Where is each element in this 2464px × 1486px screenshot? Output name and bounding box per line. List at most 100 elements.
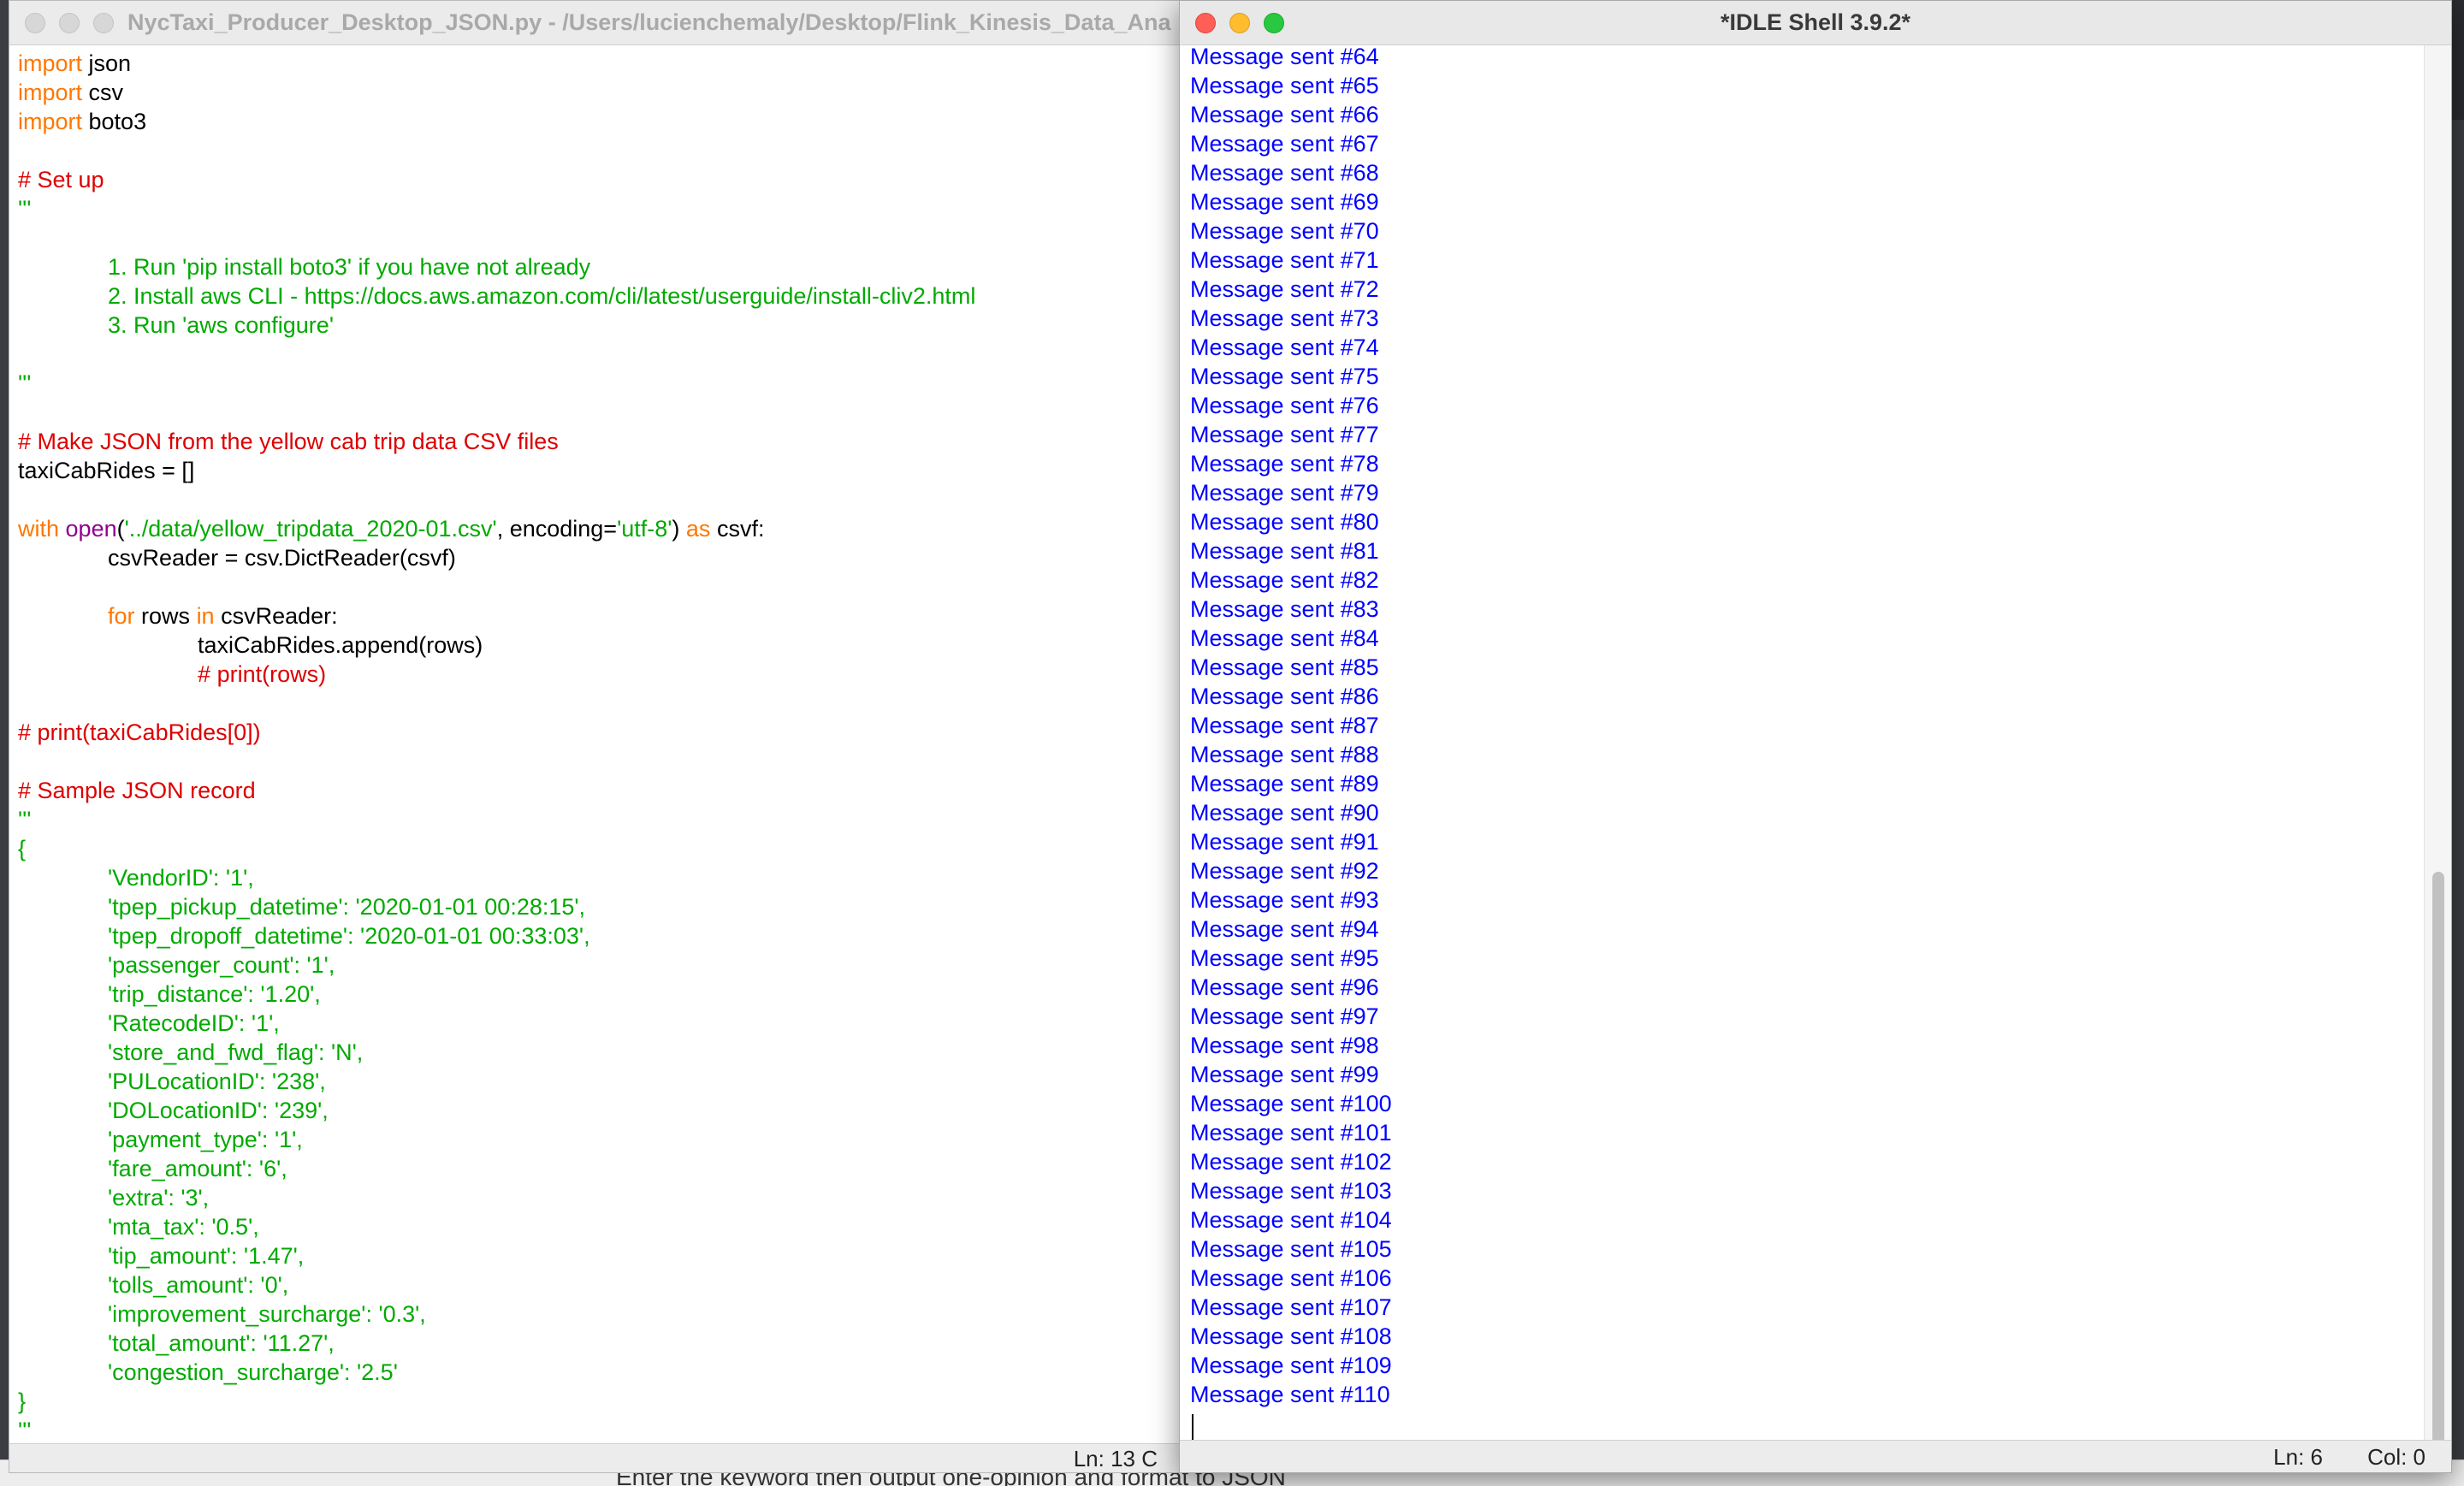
code-token: 'store_and_fwd_flag': 'N',	[18, 1039, 364, 1065]
code-line: # print(taxiCabRides[0])	[18, 718, 1231, 747]
code-line: 1. Run 'pip install boto3' if you have n…	[18, 252, 1231, 281]
code-token: # print(taxiCabRides[0])	[18, 719, 261, 745]
code-token: 'passenger_count': '1',	[18, 952, 335, 978]
shell-output-line: Message sent #92	[1190, 858, 1379, 884]
code-token: 'DOLocationID': '239',	[18, 1098, 329, 1123]
shell-output-line: Message sent #94	[1190, 916, 1379, 942]
code-line: 'RatecodeID': '1',	[18, 1009, 1231, 1038]
shell-output-line: Message sent #65	[1190, 73, 1379, 98]
code-token: , encoding=	[496, 516, 618, 542]
close-icon[interactable]	[25, 13, 45, 33]
shell-output-line: Message sent #106	[1190, 1265, 1392, 1291]
code-token: rows	[134, 603, 197, 629]
code-line: 'trip_distance': '1.20',	[18, 980, 1231, 1009]
shell-scrollbar-thumb[interactable]	[2432, 872, 2444, 1471]
shell-output-line: Message sent #78	[1190, 451, 1379, 477]
code-line: # Sample JSON record	[18, 776, 1231, 805]
code-line: import boto3	[18, 107, 1231, 136]
code-line: }	[18, 1387, 1231, 1416]
shell-output-line: Message sent #97	[1190, 1003, 1379, 1029]
code-token: # Sample JSON record	[18, 778, 256, 803]
shell-output-line: Message sent #67	[1190, 131, 1379, 157]
code-token: as	[685, 516, 711, 542]
code-token: (	[116, 516, 125, 542]
code-line: # Set up	[18, 165, 1231, 194]
code-token: in	[196, 603, 215, 629]
code-token: }	[18, 1388, 27, 1414]
shell-output-line: Message sent #85	[1190, 654, 1379, 680]
shell-title: *IDLE Shell 3.9.2*	[1720, 9, 1911, 35]
editor-status-bar: Ln: 13 C	[9, 1443, 1231, 1472]
editor-cursor-position: Ln: 13 C	[1073, 1446, 1158, 1471]
shell-titlebar[interactable]: *IDLE Shell 3.9.2*	[1180, 1, 2451, 45]
code-line: 'extra': '3',	[18, 1183, 1231, 1212]
code-line: for rows in csvReader:	[18, 601, 1231, 631]
code-token: csv	[82, 80, 124, 105]
shell-output-line: Message sent #107	[1190, 1294, 1392, 1320]
code-line: 'fare_amount': '6',	[18, 1154, 1231, 1183]
shell-scrollbar[interactable]	[2424, 45, 2451, 1471]
shell-output-line: Message sent #73	[1190, 305, 1379, 331]
shell-output-line: Message sent #71	[1190, 247, 1379, 273]
code-token: 'VendorID': '1',	[18, 865, 254, 891]
code-line: 2. Install aws CLI - https://docs.aws.am…	[18, 281, 1231, 311]
shell-output-line: Message sent #77	[1190, 422, 1379, 447]
shell-output-line: Message sent #68	[1190, 160, 1379, 186]
code-token: '''	[18, 1418, 32, 1443]
code-token: 'extra': '3',	[18, 1185, 210, 1211]
code-line: 'passenger_count': '1',	[18, 950, 1231, 980]
shell-window[interactable]: *IDLE Shell 3.9.2* Message sent #64 Messa…	[1179, 0, 2452, 1473]
code-line: '''	[18, 805, 1231, 834]
shell-output-area[interactable]: Message sent #64 Message sent #65 Message …	[1180, 45, 2424, 1440]
code-token: 1. Run 'pip install boto3' if you have n…	[18, 254, 591, 280]
code-token: 'mta_tax': '0.5',	[18, 1214, 259, 1240]
shell-input-line[interactable]	[1190, 1409, 2424, 1440]
shell-output-line: Message sent #103	[1190, 1178, 1392, 1204]
minimize-icon[interactable]	[59, 13, 80, 33]
shell-output-line: Message sent #79	[1190, 480, 1379, 506]
code-line: 'improvement_surcharge': '0.3',	[18, 1300, 1231, 1329]
editor-titlebar[interactable]: NycTaxi_Producer_Desktop_JSON.py - /User…	[9, 1, 1231, 45]
shell-output-line: Message sent #82	[1190, 567, 1379, 593]
code-token: 'tip_amount': '1.47',	[18, 1243, 305, 1269]
code-line: taxiCabRides.append(rows)	[18, 631, 1231, 660]
code-token: csvf:	[710, 516, 765, 542]
code-token: import	[18, 109, 83, 134]
code-token: import	[18, 50, 83, 76]
code-token: taxiCabRides.append(rows)	[18, 632, 483, 658]
shell-output-line: Message sent #108	[1190, 1323, 1392, 1349]
shell-output-line: Message sent #72	[1190, 276, 1379, 302]
code-token: 2. Install aws CLI - https://docs.aws.am…	[18, 283, 976, 309]
code-token: '''	[18, 370, 32, 396]
code-token: with	[18, 516, 60, 542]
code-token: 'tolls_amount': '0',	[18, 1272, 289, 1298]
code-token: '../data/yellow_tripdata_2020-01.csv'	[124, 516, 497, 542]
code-line: 'payment_type': '1',	[18, 1125, 1231, 1154]
shell-output-line: Message sent #101	[1190, 1120, 1392, 1146]
code-editor-area[interactable]: import json import csv import boto3 # Set u…	[9, 45, 1231, 1443]
code-token: 'payment_type': '1',	[18, 1127, 303, 1152]
code-line: # print(rows)	[18, 660, 1231, 689]
code-line: {	[18, 834, 1231, 863]
code-line: import json	[18, 49, 1231, 78]
shell-output-line: Message sent #83	[1190, 596, 1379, 622]
shell-output-line: Message sent #70	[1190, 218, 1379, 244]
zoom-icon[interactable]	[93, 13, 114, 33]
shell-output-line: Message sent #102	[1190, 1149, 1392, 1175]
editor-window[interactable]: NycTaxi_Producer_Desktop_JSON.py - /User…	[9, 0, 1232, 1473]
code-token: # Set up	[18, 167, 104, 192]
code-token: 'RatecodeID': '1',	[18, 1010, 280, 1036]
code-token: csvReader:	[214, 603, 338, 629]
shell-output-line: Message sent #89	[1190, 771, 1379, 796]
code-token: 'utf-8'	[617, 516, 672, 542]
code-token: '''	[18, 196, 32, 222]
code-token: # Make JSON from the yellow cab trip dat…	[18, 429, 559, 454]
code-line: 'PULocationID': '238',	[18, 1067, 1231, 1096]
code-line: 'DOLocationID': '239',	[18, 1096, 1231, 1125]
shell-output-line: Message sent #95	[1190, 945, 1379, 971]
shell-output-line: Message sent #86	[1190, 684, 1379, 709]
code-token: 'total_amount': '11.27',	[18, 1330, 335, 1356]
